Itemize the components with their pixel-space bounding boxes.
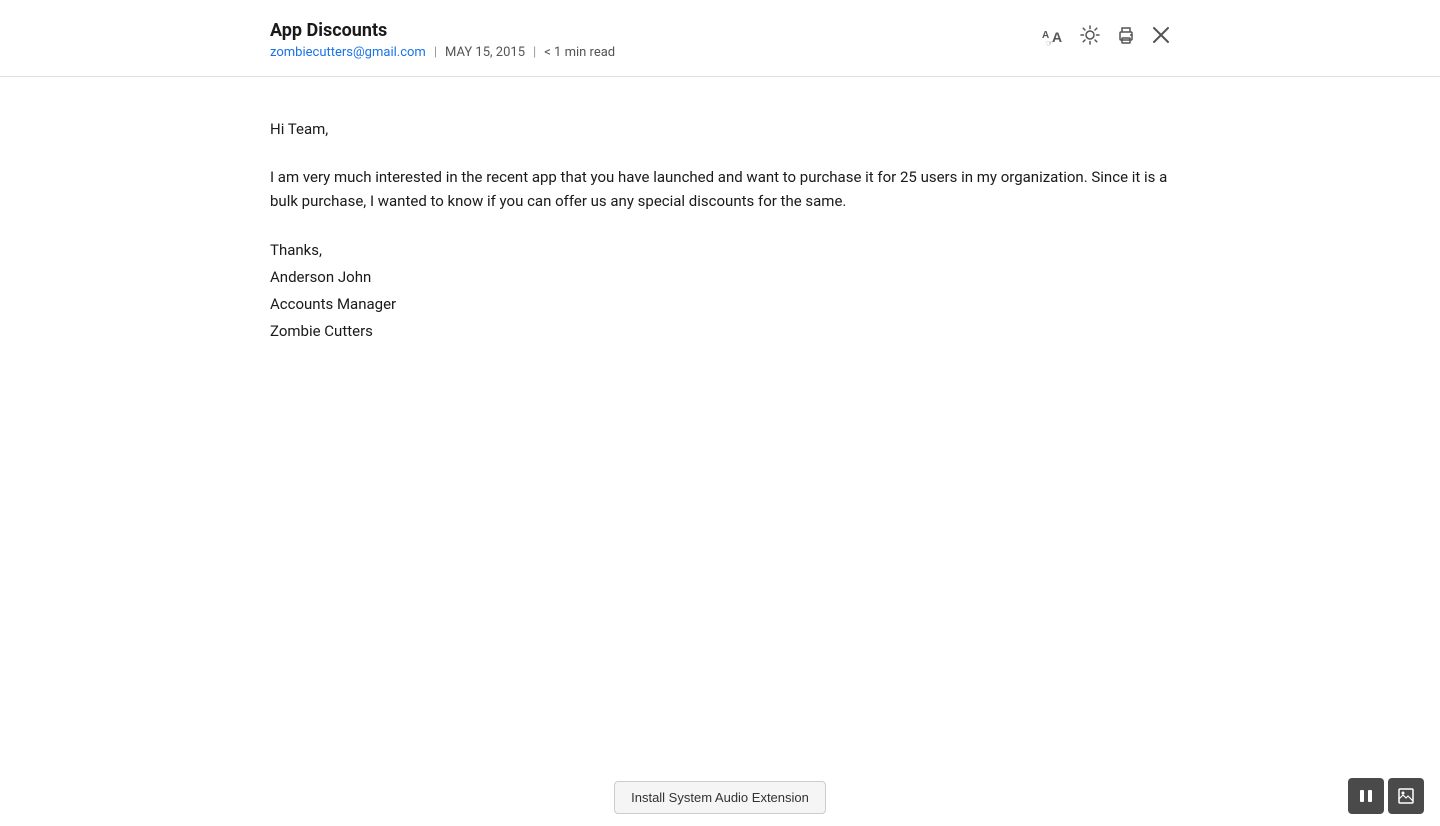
email-sender[interactable]: zombiecutters@gmail.com [270,45,426,60]
signature-company: Zombie Cutters [270,318,1170,345]
email-date: MAY 15, 2015 [445,45,525,60]
email-toolbar: A A ☞ [1042,20,1170,46]
svg-text:☞: ☞ [1046,39,1053,46]
email-body: Hi Team, I am very much interested in th… [0,77,1440,385]
svg-text:A: A [1052,29,1062,45]
meta-separator: | [434,45,437,60]
signature-thanks: Thanks, [270,237,1170,264]
install-audio-extension-button[interactable]: Install System Audio Extension [614,781,826,814]
email-meta: zombiecutters@gmail.com | MAY 15, 2015 |… [270,45,615,60]
bottom-right-controls [1348,778,1424,814]
bottom-bar: Install System Audio Extension [0,769,1440,826]
signature-name: Anderson John [270,264,1170,291]
signature-title: Accounts Manager [270,291,1170,318]
email-container: App Discounts zombiecutters@gmail.com | … [0,0,1440,826]
meta-separator2: | [533,45,536,60]
email-subject: App Discounts [270,20,615,41]
email-greeting: Hi Team, [270,117,1170,141]
close-icon[interactable] [1152,26,1170,44]
email-paragraph1: I am very much interested in the recent … [270,165,1170,213]
email-header: App Discounts zombiecutters@gmail.com | … [0,0,1440,77]
text-size-icon[interactable]: A A ☞ [1042,24,1064,46]
image-button[interactable] [1388,778,1424,814]
email-signature: Thanks, Anderson John Accounts Manager Z… [270,237,1170,345]
print-icon[interactable] [1116,25,1136,45]
pause-button[interactable] [1348,778,1384,814]
email-read-time: < 1 min read [544,45,615,60]
brightness-icon[interactable] [1080,25,1100,45]
email-header-left: App Discounts zombiecutters@gmail.com | … [270,20,615,60]
